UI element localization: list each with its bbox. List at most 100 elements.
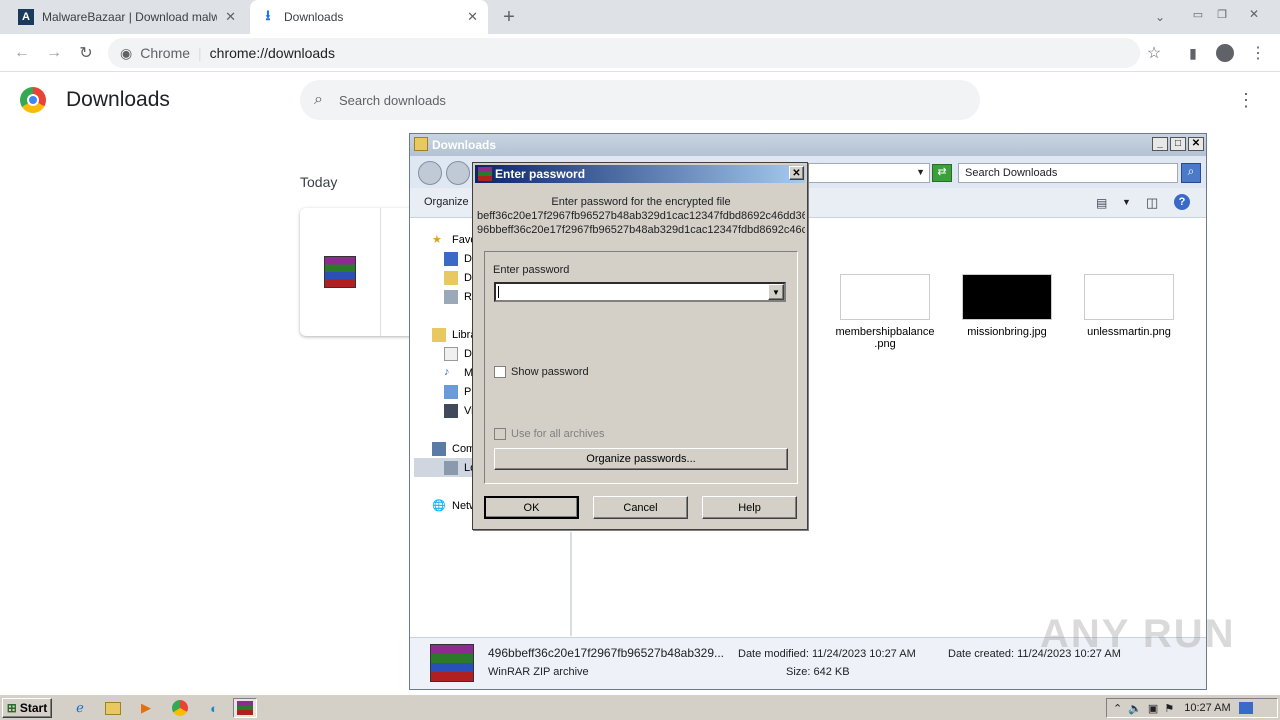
page-title: Downloads [66,88,170,111]
file-name: missionbring.jpg [967,326,1047,338]
password-input[interactable]: ▼ [494,282,786,302]
details-size: Size: 642 KB [786,666,850,678]
explorer-search-input[interactable]: Search Downloads [958,163,1178,183]
file-item[interactable]: membershipbalance .png [830,274,940,350]
search-placeholder: Search downloads [338,92,446,108]
show-hidden-icons-icon[interactable]: ⌃ [1113,702,1122,715]
details-filename: 496bbeff36c20e17f2967fb96527b48ab329... [488,646,725,660]
system-tray: ⌃ 🔈 ▣ ⚑ 10:27 AM [1106,698,1278,718]
downloads-folder-icon [444,270,458,285]
side-panel-icon[interactable]: ▮ [1181,41,1205,65]
omnibox-site-label: Chrome [140,45,191,61]
show-desktop-icon[interactable] [1238,702,1253,714]
close-tab-icon[interactable]: ✕ [225,9,236,25]
explorer-search-icon[interactable]: ⌕ [1181,163,1201,183]
help-button[interactable]: Help [702,496,797,519]
tab-search-chevron-icon[interactable]: ⌄ [1148,5,1172,29]
cancel-button[interactable]: Cancel [593,496,688,519]
view-dropdown-icon[interactable]: ▼ [1122,197,1131,207]
tab-downloads[interactable]: ⭳ Downloads ✕ [250,0,488,34]
computer-icon [432,441,446,456]
preview-pane-icon[interactable]: ◫ [1146,195,1158,211]
explorer-minimize-button[interactable]: _ [1152,137,1168,151]
organize-menu[interactable]: Organize [424,196,469,208]
libraries-icon [432,327,446,342]
explorer-maximize-button[interactable]: □ [1170,137,1186,151]
explorer-close-button[interactable]: ✕ [1188,137,1204,151]
file-item[interactable]: unlessmartin.png [1074,274,1184,338]
forward-icon[interactable]: → [42,41,66,65]
chrome-menu-icon[interactable]: ⋮ [1246,41,1270,65]
password-history-dropdown-icon[interactable]: ▼ [768,284,784,300]
winrar-taskbar-icon[interactable] [233,698,257,718]
page-menu-icon[interactable]: ⋮ [1234,88,1258,112]
explorer-address-bar[interactable]: s ▸ ▼ [790,163,930,183]
omnibox-url: chrome://downloads [209,45,335,61]
profile-avatar-icon[interactable] [1213,41,1237,65]
search-downloads-input[interactable]: ⌕ Search downloads [300,80,980,120]
chrome-taskbar-icon[interactable] [168,698,192,718]
desktop-icon [444,251,458,266]
explorer-title-bar: Downloads _ □ ✕ [410,134,1206,156]
omnibox[interactable]: ◉ Chrome | chrome://downloads [108,38,1140,68]
details-date-modified: Date modified: 11/24/2023 10:27 AM [738,648,916,660]
password-dialog: Enter password ✕ Enter password for the … [472,162,808,530]
edge-taskbar-icon[interactable]: ◐ [202,698,226,718]
close-tab-icon[interactable]: ✕ [467,9,478,25]
checkbox-box [494,428,506,440]
help-icon[interactable]: ? [1174,194,1190,210]
media-player-icon[interactable]: ▶ [134,698,158,718]
start-button[interactable]: ⊞ Start [2,698,52,718]
internet-explorer-icon[interactable]: ℯ [68,698,92,718]
file-item[interactable]: missionbring.jpg [952,274,1062,338]
winrar-icon [478,167,492,181]
recent-places-icon [444,289,458,304]
pictures-icon [444,384,458,399]
network-tray-icon[interactable]: ▣ [1148,702,1158,715]
malwarebazaar-favicon-icon: A [18,9,34,25]
view-icon[interactable]: ▤ [1096,196,1107,210]
dialog-title-bar: Enter password ✕ [475,165,805,183]
close-window-icon[interactable]: ✕ [1242,2,1266,26]
search-icon: ⌕ [314,91,323,108]
tab-malwarebazaar[interactable]: A MalwareBazaar | Download malware ✕ [8,0,246,34]
password-field-label: Enter password [493,264,570,276]
chrome-logo-icon [20,87,46,113]
chrome-site-icon: ◉ [120,44,133,61]
address-dropdown-icon[interactable]: ▼ [916,167,925,177]
text-cursor [498,286,499,298]
clock[interactable]: 10:27 AM [1184,702,1230,714]
explorer-taskbar-icon[interactable] [101,698,125,718]
pane-splitter[interactable] [570,532,572,636]
winrar-archive-icon [324,256,356,288]
dialog-close-button[interactable]: ✕ [789,166,804,180]
dialog-message: Enter password for the encrypted file be… [477,196,805,236]
action-center-flag-icon[interactable]: ⚑ [1164,702,1174,715]
ok-button[interactable]: OK [484,496,579,519]
back-icon[interactable]: ← [10,41,34,65]
new-tab-icon[interactable]: + [497,5,521,29]
refresh-icon[interactable]: ⇄ [932,164,952,182]
documents-icon [444,346,458,361]
explorer-forward-icon[interactable] [446,161,470,185]
explorer-back-icon[interactable] [418,161,442,185]
dialog-group-box: Enter password ▼ Show password Use for a… [484,251,798,484]
windows-logo-icon: ⊞ [6,701,17,715]
anyrun-watermark: ANY RUN [1040,612,1236,656]
use-for-all-archives-checkbox: Use for all archives [494,428,605,440]
explorer-search-placeholder: Search Downloads [965,167,1058,179]
organize-passwords-button[interactable]: Organize passwords... [494,448,788,470]
reload-icon[interactable]: ↻ [74,41,98,65]
bookmark-star-icon[interactable]: ☆ [1142,41,1166,65]
file-thumbnail [1084,274,1174,320]
volume-icon[interactable]: 🔈 [1128,702,1142,715]
section-today-heading: Today [300,174,338,190]
dialog-title: Enter password [495,167,586,181]
network-icon: 🌐 [432,499,446,512]
details-type: WinRAR ZIP archive [488,666,589,678]
file-name: unlessmartin.png [1087,326,1171,338]
show-password-checkbox[interactable]: Show password [494,366,589,378]
restore-window-icon[interactable]: ❐ [1210,2,1234,26]
tab-strip: A MalwareBazaar | Download malware ✕ ⭳ D… [0,0,1280,34]
minimize-window-icon[interactable]: ▭ [1186,2,1210,26]
